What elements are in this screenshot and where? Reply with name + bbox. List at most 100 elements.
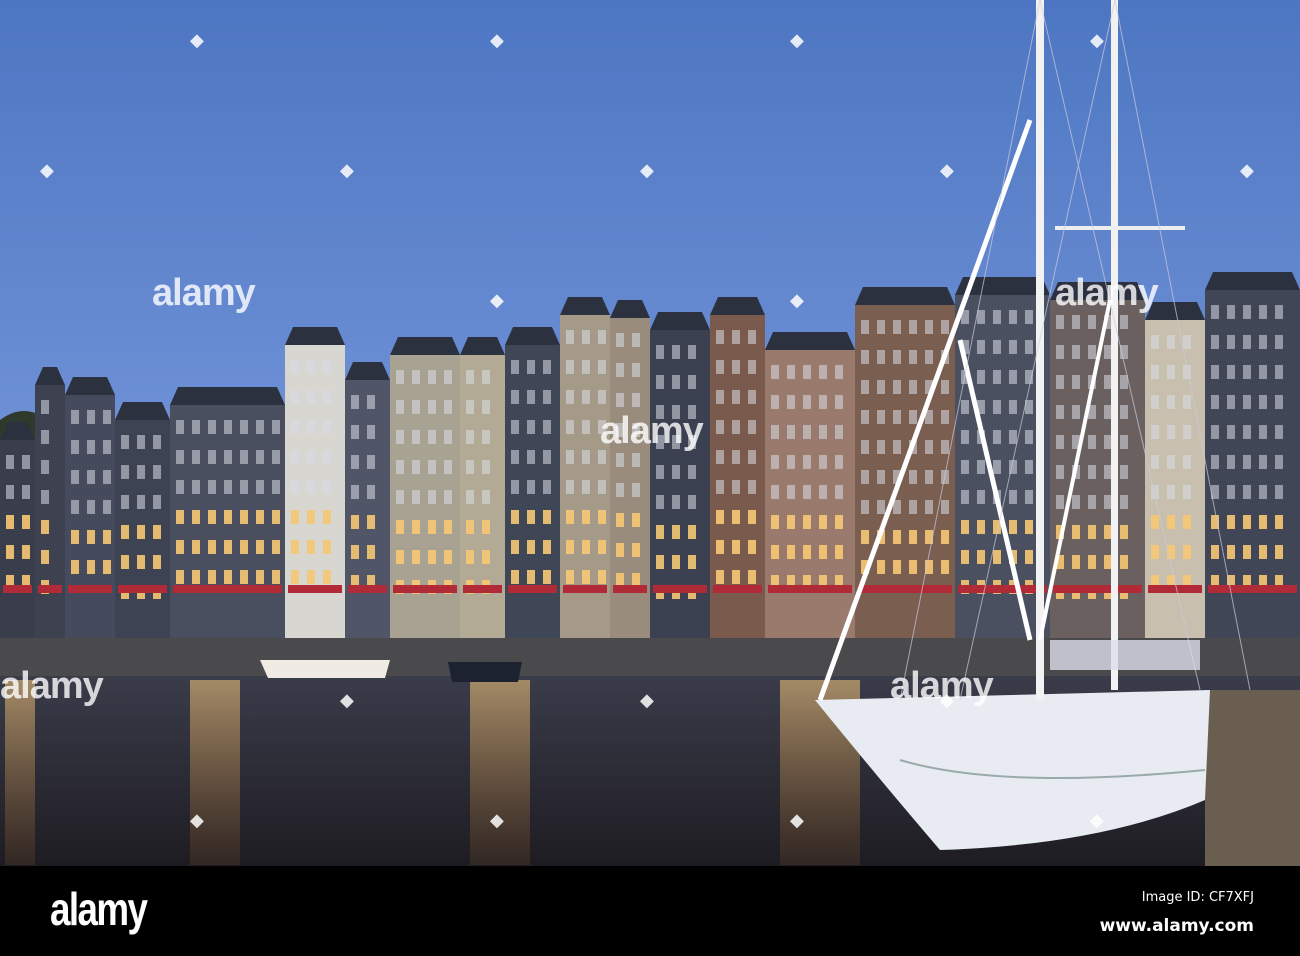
- watermark-diamond-icon: ◆: [40, 160, 54, 181]
- building: [345, 380, 390, 640]
- window: [1259, 515, 1267, 529]
- watermark-diamond-icon: ◆: [490, 30, 504, 51]
- window: [71, 530, 79, 544]
- window: [482, 370, 490, 384]
- window: [87, 440, 95, 454]
- window: [527, 420, 535, 434]
- window: [877, 470, 885, 484]
- window: [240, 480, 248, 494]
- roof: [65, 377, 115, 395]
- window: [103, 440, 111, 454]
- window: [941, 560, 949, 574]
- watermark-logo: alamy: [1055, 272, 1159, 314]
- window: [307, 540, 315, 554]
- window: [1120, 435, 1128, 449]
- window: [819, 515, 827, 529]
- window: [1056, 375, 1064, 389]
- window: [835, 395, 843, 409]
- window: [1243, 395, 1251, 409]
- window: [307, 510, 315, 524]
- image-id: Image ID: CF7XFJ: [1141, 890, 1254, 905]
- window: [1056, 495, 1064, 509]
- window: [656, 345, 664, 359]
- window: [993, 430, 1001, 444]
- window: [861, 350, 869, 364]
- watermark-diamond-icon: ◆: [790, 810, 804, 831]
- window: [103, 560, 111, 574]
- window: [771, 515, 779, 529]
- window: [428, 550, 436, 564]
- awning: [38, 585, 62, 593]
- window: [909, 410, 917, 424]
- window: [1009, 430, 1017, 444]
- window: [543, 390, 551, 404]
- window: [732, 420, 740, 434]
- window: [367, 515, 375, 529]
- window: [1088, 435, 1096, 449]
- window: [367, 455, 375, 469]
- window: [176, 570, 184, 584]
- window: [835, 425, 843, 439]
- roof: [1205, 272, 1300, 290]
- window: [1183, 395, 1191, 409]
- window: [208, 540, 216, 554]
- window: [71, 560, 79, 574]
- window: [192, 540, 200, 554]
- window: [1275, 485, 1283, 499]
- window: [543, 450, 551, 464]
- window: [1167, 335, 1175, 349]
- window: [961, 400, 969, 414]
- window: [1120, 375, 1128, 389]
- window: [598, 540, 606, 554]
- window: [412, 520, 420, 534]
- window: [1243, 515, 1251, 529]
- roof: [855, 287, 955, 305]
- window: [819, 425, 827, 439]
- window: [1072, 555, 1080, 569]
- window: [121, 525, 129, 539]
- watermark-diamond-icon: ◆: [340, 160, 354, 181]
- window: [444, 490, 452, 504]
- window: [748, 480, 756, 494]
- window: [103, 530, 111, 544]
- window: [835, 545, 843, 559]
- window: [192, 570, 200, 584]
- window: [176, 540, 184, 554]
- window: [1275, 455, 1283, 469]
- window: [527, 390, 535, 404]
- window: [748, 420, 756, 434]
- window: [323, 420, 331, 434]
- window: [396, 430, 404, 444]
- window: [224, 420, 232, 434]
- window: [771, 395, 779, 409]
- window: [1211, 395, 1219, 409]
- window: [1120, 495, 1128, 509]
- window: [877, 380, 885, 394]
- window: [351, 515, 359, 529]
- window: [291, 360, 299, 374]
- window: [819, 365, 827, 379]
- window: [1227, 515, 1235, 529]
- awning: [768, 585, 852, 593]
- window: [1025, 430, 1033, 444]
- window: [307, 360, 315, 374]
- window: [208, 450, 216, 464]
- window: [616, 333, 624, 347]
- window: [1104, 525, 1112, 539]
- window: [192, 450, 200, 464]
- window: [367, 425, 375, 439]
- roof: [115, 402, 170, 420]
- window: [909, 500, 917, 514]
- window: [993, 400, 1001, 414]
- window: [819, 545, 827, 559]
- window: [1025, 310, 1033, 324]
- window: [1275, 395, 1283, 409]
- window: [1104, 495, 1112, 509]
- window: [323, 360, 331, 374]
- window: [909, 470, 917, 484]
- window: [1259, 365, 1267, 379]
- window: [1227, 455, 1235, 469]
- window: [412, 430, 420, 444]
- site-url[interactable]: www.alamy.com: [1100, 916, 1254, 936]
- window: [71, 440, 79, 454]
